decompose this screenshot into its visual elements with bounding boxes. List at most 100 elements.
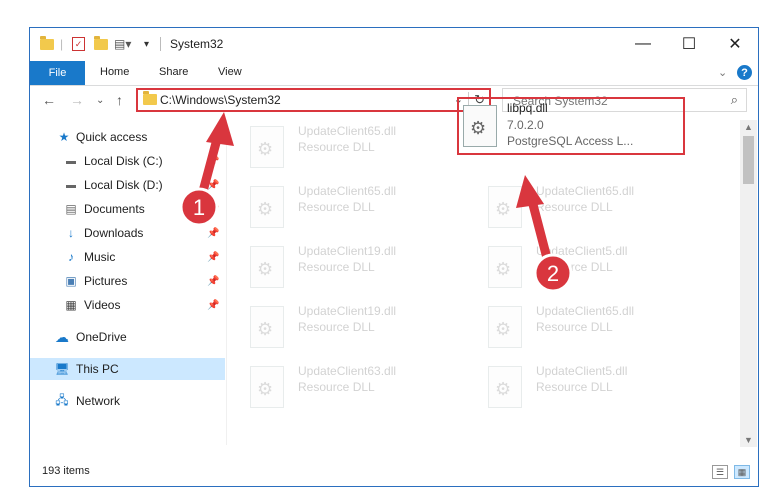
pane-divider — [226, 120, 227, 445]
folder-icon — [40, 35, 54, 52]
close-button[interactable]: ✕ — [712, 28, 758, 60]
pin-icon: 📌 — [207, 203, 220, 215]
customize-toolbar-icon[interactable]: ▤▾ — [114, 36, 131, 52]
file-description: Resource DLL — [536, 380, 613, 394]
sidebar-item-quick-access[interactable]: ★ Quick access — [30, 126, 225, 148]
sidebar-item-network[interactable]: 🖧 Network — [30, 390, 225, 412]
sidebar-item-videos[interactable]: ▦ Videos 📌 — [30, 294, 225, 316]
file-name: libpq.dll — [507, 101, 548, 115]
file-explorer-window: | ✓ ▤▾ ▾ System32 — ☐ ✕ File Home Share … — [29, 27, 759, 487]
file-description: Resource DLL — [298, 200, 375, 214]
status-bar: 193 items ☰ ▦ — [30, 461, 758, 485]
dll-file-icon — [488, 246, 522, 288]
sidebar-item-this-pc[interactable]: 🖥 This PC — [30, 358, 225, 380]
music-icon: ♪ — [68, 250, 74, 264]
help-icon[interactable]: ? — [737, 65, 752, 80]
dll-file-icon — [250, 366, 284, 408]
file-item-libpq[interactable]: libpq.dll 7.0.2.0 PostgreSQL Access L... — [457, 97, 685, 155]
large-icons-view-icon[interactable]: ▦ — [734, 465, 750, 479]
videos-icon: ▦ — [65, 298, 77, 312]
file-item[interactable]: UpdateClient19.dll Resource DLL — [240, 300, 460, 358]
tab-file[interactable]: File — [30, 61, 85, 85]
sidebar-item-label: Network — [76, 394, 121, 408]
pin-icon: 📌 — [207, 179, 220, 191]
pin-icon: 📌 — [207, 299, 220, 311]
expand-ribbon-icon[interactable]: ⌄ — [718, 66, 727, 79]
file-name: UpdateClient19.dll — [298, 304, 397, 318]
file-description: Resource DLL — [536, 320, 613, 334]
tab-view[interactable]: View — [218, 66, 242, 78]
sidebar-item-label: Local Disk (D:) — [84, 178, 163, 192]
dll-file-icon — [488, 186, 522, 228]
tab-share[interactable]: Share — [159, 66, 188, 78]
file-name: UpdateClient19.dll — [298, 244, 397, 258]
pin-icon: 📌 — [207, 227, 220, 239]
scroll-up-icon[interactable]: ▲ — [744, 122, 753, 132]
tab-home[interactable]: Home — [100, 66, 129, 78]
sidebar-item-label: Downloads — [84, 226, 144, 240]
drive-icon: ▬ — [66, 155, 76, 167]
title-separator — [160, 37, 161, 51]
window-title: System32 — [170, 37, 224, 51]
properties-icon[interactable]: ✓ — [72, 36, 85, 52]
sidebar-item-music[interactable]: ♪ Music 📌 — [30, 246, 225, 268]
dll-file-icon — [250, 246, 284, 288]
file-description: Resource DLL — [536, 260, 613, 274]
ribbon-tabs: File Home Share View ⌄ ? — [30, 61, 758, 86]
recent-locations-icon[interactable]: ⌄ — [96, 95, 104, 106]
file-name: UpdateClient5.dll — [536, 244, 628, 258]
folder-icon — [143, 91, 157, 108]
details-view-icon[interactable]: ☰ — [712, 465, 728, 479]
pin-icon: 📌 — [207, 155, 220, 167]
file-item[interactable]: UpdateClient65.dll Resource DLL — [478, 180, 698, 238]
sidebar-item-onedrive[interactable]: ☁ OneDrive — [30, 326, 225, 348]
scroll-thumb[interactable] — [743, 136, 754, 184]
sidebar-item-local-disk-d[interactable]: ▬ Local Disk (D:) 📌 — [30, 174, 225, 196]
navigation-pane: ★ Quick access ▬ Local Disk (C:) 📌 ▬ Loc… — [30, 120, 225, 445]
file-name: UpdateClient63.dll — [298, 364, 397, 378]
sidebar-item-documents[interactable]: ▤ Documents 📌 — [30, 198, 225, 220]
file-item[interactable]: UpdateClient19.dll Resource DLL — [240, 240, 460, 298]
file-item[interactable]: UpdateClient65.dll Resource DLL — [240, 180, 460, 238]
computer-icon: 🖥 — [54, 362, 70, 376]
sidebar-item-label: Quick access — [76, 130, 148, 144]
separator: | — [60, 37, 64, 51]
maximize-button[interactable]: ☐ — [666, 28, 712, 60]
file-item[interactable]: UpdateClient65.dll Resource DLL — [478, 300, 698, 358]
search-icon: ⌕ — [730, 92, 738, 107]
dll-file-icon — [463, 105, 497, 147]
file-description: Resource DLL — [536, 200, 613, 214]
up-button[interactable]: ↑ — [116, 92, 123, 108]
address-bar[interactable]: C:\Windows\System32 ⌄ ↻ — [136, 88, 491, 112]
file-item[interactable]: UpdateClient63.dll Resource DLL — [240, 360, 460, 418]
quick-access-dropdown-icon[interactable]: ▾ — [144, 36, 149, 52]
sidebar-item-label: Videos — [84, 298, 121, 312]
file-item[interactable]: UpdateClient65.dll Resource DLL — [240, 120, 460, 178]
dll-file-icon — [488, 366, 522, 408]
file-item[interactable]: UpdateClient5.dll Resource DLL — [478, 240, 698, 298]
dll-file-icon — [250, 306, 284, 348]
minimize-button[interactable]: — — [620, 28, 666, 60]
sidebar-item-downloads[interactable]: ↓ Downloads 📌 — [30, 222, 225, 244]
sidebar-item-label: OneDrive — [76, 330, 127, 344]
dll-file-icon — [250, 186, 284, 228]
file-description: PostgreSQL Access L... — [507, 134, 634, 148]
sidebar-item-local-disk-c[interactable]: ▬ Local Disk (C:) 📌 — [30, 150, 225, 172]
file-name: UpdateClient65.dll — [536, 184, 635, 198]
forward-button[interactable]: → — [70, 92, 84, 108]
file-item[interactable]: UpdateClient5.dll Resource DLL — [478, 360, 698, 418]
new-folder-icon[interactable] — [94, 35, 108, 52]
sidebar-item-label: This PC — [76, 362, 119, 376]
file-name: UpdateClient5.dll — [536, 364, 628, 378]
network-icon: 🖧 — [55, 392, 69, 407]
sidebar-item-label: Music — [84, 250, 116, 264]
vertical-scrollbar[interactable]: ▲ ▼ — [740, 120, 757, 447]
back-button[interactable]: ← — [42, 92, 56, 108]
dll-file-icon — [250, 126, 284, 168]
dll-file-icon — [488, 306, 522, 348]
scroll-down-icon[interactable]: ▼ — [744, 435, 753, 445]
address-path: C:\Windows\System32 — [160, 93, 281, 107]
pin-icon: 📌 — [207, 275, 220, 287]
sidebar-item-pictures[interactable]: ▣ Pictures 📌 — [30, 270, 225, 292]
sidebar-item-label: Documents — [84, 202, 145, 216]
